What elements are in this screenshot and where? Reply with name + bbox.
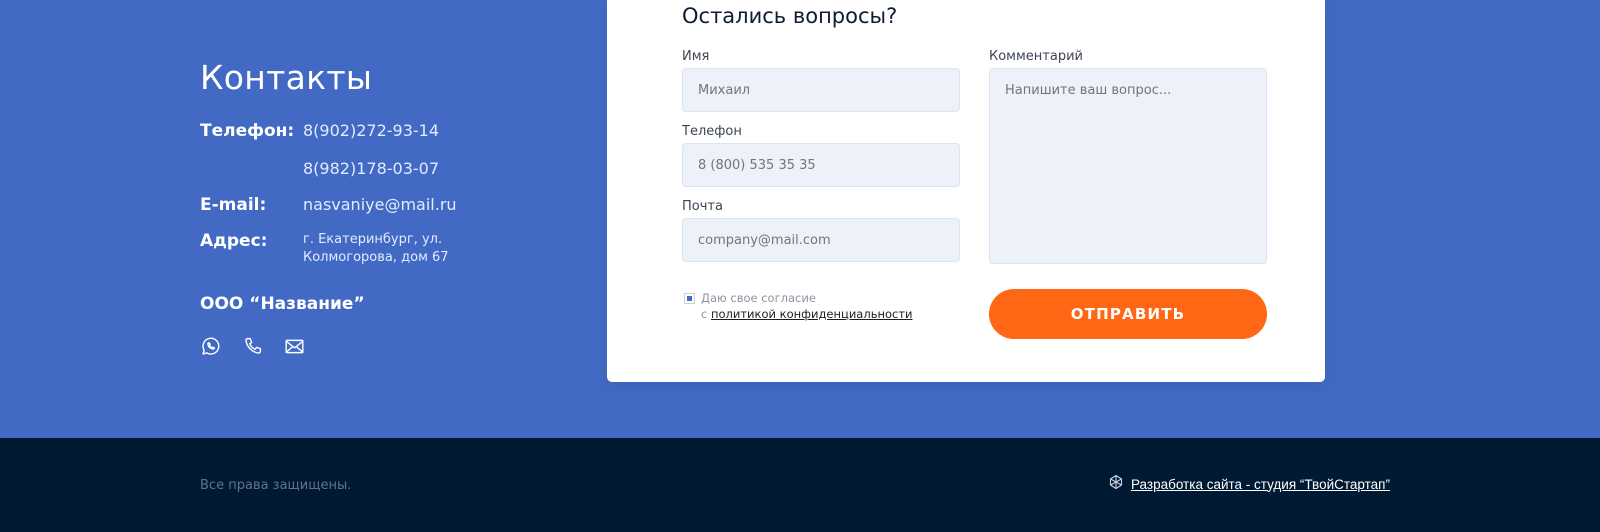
phone-row-2: 8(982)178-03-07 xyxy=(200,159,457,195)
footer: Все права защищены. Разработка сайта - с… xyxy=(0,438,1600,532)
consent-prefix: с xyxy=(701,307,708,321)
consent-checkbox[interactable] xyxy=(684,293,695,304)
address-text: г. Екатеринбург, ул. Колмогорова, дом 67 xyxy=(303,231,449,267)
phone-field-label: Телефон xyxy=(682,124,742,139)
email-label: E-mail: xyxy=(200,195,267,215)
whatsapp-icon[interactable] xyxy=(200,336,221,357)
comment-label: Комментарий xyxy=(989,49,1083,64)
question-form: Остались вопросы? Имя Телефон Почта Комм… xyxy=(607,0,1325,382)
phone-input[interactable] xyxy=(682,143,960,187)
consent-block: Даю свое согласие с политикой конфиденци… xyxy=(684,290,913,322)
consent-text: Даю свое согласие xyxy=(701,291,816,305)
address-row: Адрес: г. Екатеринбург, ул. Колмогорова,… xyxy=(200,231,457,267)
comment-textarea[interactable] xyxy=(989,68,1267,264)
privacy-policy-link[interactable]: политикой конфиденциальности xyxy=(711,307,913,321)
mail-icon[interactable] xyxy=(284,336,305,357)
phone-icon[interactable] xyxy=(242,336,263,357)
name-label: Имя xyxy=(682,49,710,64)
copyright-text: Все права защищены. xyxy=(200,478,352,493)
form-title: Остались вопросы? xyxy=(682,4,898,28)
social-links xyxy=(200,336,457,357)
phone-label: Телефон: xyxy=(200,121,295,141)
studio-logo-icon xyxy=(1108,474,1124,494)
email-row: E-mail: nasvaniye@mail.ru xyxy=(200,195,457,231)
contacts-title: Контакты xyxy=(200,58,373,97)
developer-credit: Разработка сайта - студия “ТвойСтартап” xyxy=(1108,474,1390,494)
company-name: ООО “Название” xyxy=(200,294,365,314)
address-label: Адрес: xyxy=(200,231,268,251)
developer-link[interactable]: Разработка сайта - студия “ТвойСтартап” xyxy=(1131,477,1390,492)
contacts-section: Контакты Телефон: 8(902)272-93-14 8(982)… xyxy=(0,0,1600,438)
email-input[interactable] xyxy=(682,218,960,262)
address-line-2: Колмогорова, дом 67 xyxy=(303,250,449,265)
phone-1-link[interactable]: 8(902)272-93-14 xyxy=(303,121,439,140)
email-link[interactable]: nasvaniye@mail.ru xyxy=(303,195,457,214)
submit-button[interactable]: ОТПРАВИТЬ xyxy=(989,289,1267,339)
contacts-block: Контакты Телефон: 8(902)272-93-14 8(982)… xyxy=(200,58,457,357)
email-field-label: Почта xyxy=(682,199,723,214)
address-line-1: г. Екатеринбург, ул. xyxy=(303,232,443,247)
phone-2-link[interactable]: 8(982)178-03-07 xyxy=(303,159,439,178)
phone-row: Телефон: 8(902)272-93-14 xyxy=(200,121,457,159)
name-input[interactable] xyxy=(682,68,960,112)
